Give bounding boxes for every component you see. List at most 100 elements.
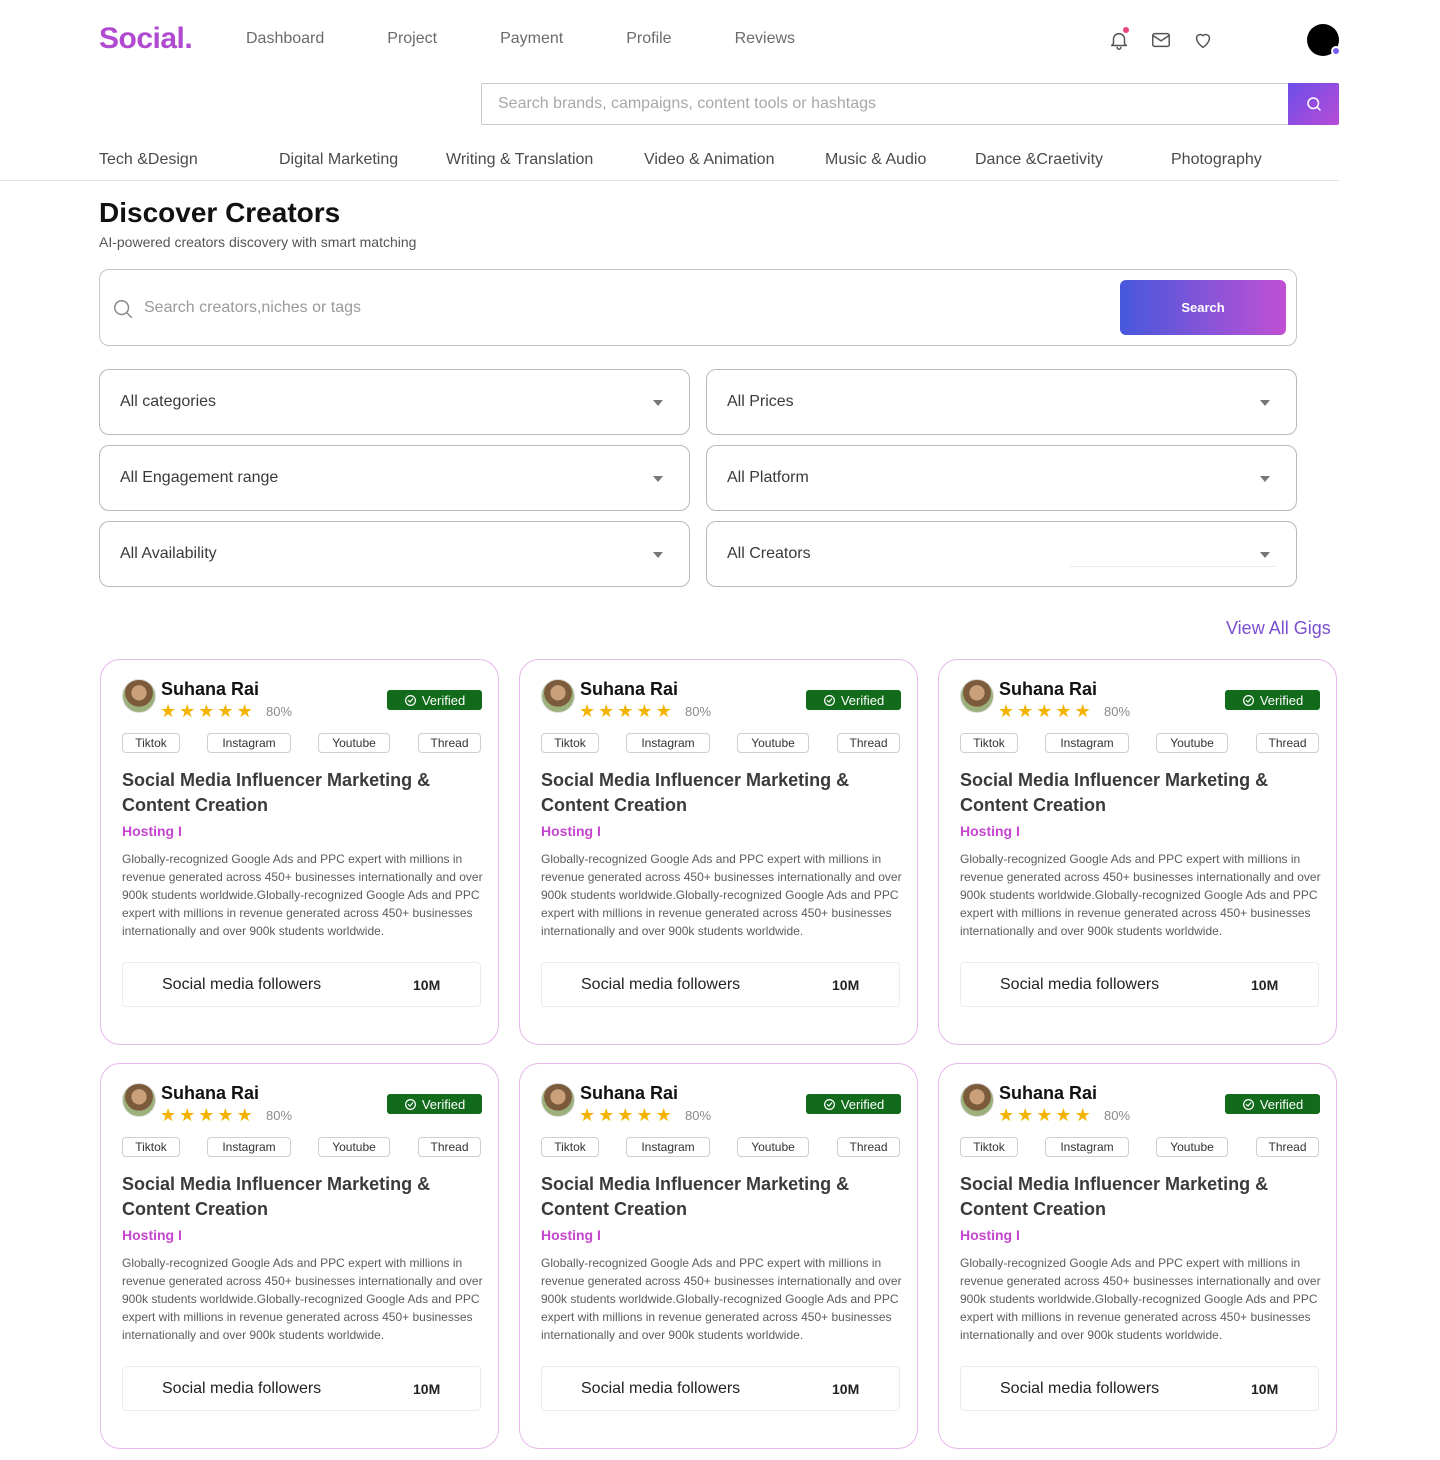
platform-tag-youtube[interactable]: Youtube	[318, 1137, 390, 1157]
nav-dashboard[interactable]: Dashboard	[246, 30, 324, 48]
platform-tag-instagram[interactable]: Instagram	[626, 733, 710, 753]
filter-prices[interactable]: All Prices	[706, 369, 1297, 435]
creator-search-input[interactable]	[144, 290, 1044, 326]
mail-icon[interactable]	[1150, 29, 1172, 51]
platform-tag-instagram[interactable]: Instagram	[207, 733, 291, 753]
platform-tag-youtube[interactable]: Youtube	[318, 733, 390, 753]
platform-tag-thread[interactable]: Thread	[837, 1137, 900, 1157]
gig-host: Hosting I	[541, 1227, 601, 1243]
platform-tag-tiktok[interactable]: Tiktok	[122, 1137, 180, 1157]
star-icon: ★	[655, 1105, 672, 1125]
gig-title[interactable]: Social Media Influencer Marketing & Cont…	[960, 768, 1320, 818]
check-badge-icon	[404, 694, 416, 706]
creator-card[interactable]: Suhana Rai ★ ★ ★ ★ ★ 80% Verified Tiktok Inst…	[100, 1063, 499, 1449]
platform-tag-tiktok[interactable]: Tiktok	[960, 733, 1018, 753]
star-icon: ★	[1017, 701, 1034, 721]
platform-tag-thread[interactable]: Thread	[418, 733, 481, 753]
platform-tags: Tiktok Instagram Youtube Thread	[541, 733, 900, 753]
verified-badge: Verified	[806, 1094, 901, 1114]
star-icon: ★	[217, 701, 234, 721]
category-music-audio[interactable]: Music & Audio	[825, 151, 926, 169]
creator-avatar	[541, 679, 575, 713]
platform-tag-youtube[interactable]: Youtube	[737, 733, 809, 753]
creator-card[interactable]: Suhana Rai ★ ★ ★ ★ ★ 80% Verified Tiktok Inst…	[938, 1063, 1337, 1449]
view-all-gigs-link[interactable]: View All Gigs	[1226, 618, 1331, 639]
platform-tag-instagram[interactable]: Instagram	[1045, 1137, 1129, 1157]
verified-label: Verified	[1259, 692, 1304, 708]
nav-project[interactable]: Project	[387, 30, 437, 48]
creator-avatar	[960, 679, 994, 713]
gig-title[interactable]: Social Media Influencer Marketing & Cont…	[122, 1172, 482, 1222]
bell-icon[interactable]	[1108, 27, 1130, 51]
gig-host: Hosting I	[541, 823, 601, 839]
global-search-button[interactable]	[1288, 83, 1339, 125]
creator-card[interactable]: Suhana Rai ★ ★ ★ ★ ★ 80% Verified Tiktok Inst…	[100, 659, 499, 1045]
creator-name[interactable]: Suhana Rai	[580, 679, 678, 700]
filter-engagement[interactable]: All Engagement range	[99, 445, 690, 511]
platform-tag-tiktok[interactable]: Tiktok	[541, 733, 599, 753]
category-video-animation[interactable]: Video & Animation	[644, 151, 774, 169]
search-icon	[1306, 97, 1321, 111]
nav-reviews[interactable]: Reviews	[735, 30, 795, 48]
main-nav: Dashboard Project Payment Profile Review…	[246, 30, 858, 48]
rating-stars: ★ ★ ★ ★ ★	[998, 702, 1091, 720]
star-icon: ★	[617, 1105, 634, 1125]
creator-name[interactable]: Suhana Rai	[580, 1083, 678, 1104]
user-avatar[interactable]	[1307, 24, 1341, 56]
star-icon: ★	[217, 1105, 234, 1125]
gig-title[interactable]: Social Media Influencer Marketing & Cont…	[122, 768, 482, 818]
filter-categories[interactable]: All categories	[99, 369, 690, 435]
creator-name[interactable]: Suhana Rai	[999, 679, 1097, 700]
star-icon: ★	[1036, 701, 1053, 721]
gig-title[interactable]: Social Media Influencer Marketing & Cont…	[960, 1172, 1320, 1222]
nav-payment[interactable]: Payment	[500, 30, 563, 48]
category-tech-design[interactable]: Tech &Design	[99, 151, 198, 169]
filter-label: All Creators	[727, 545, 811, 562]
heart-icon[interactable]	[1192, 29, 1214, 51]
creator-name[interactable]: Suhana Rai	[161, 1083, 259, 1104]
platform-tag-youtube[interactable]: Youtube	[1156, 1137, 1228, 1157]
platform-tag-thread[interactable]: Thread	[837, 733, 900, 753]
creator-card[interactable]: Suhana Rai ★ ★ ★ ★ ★ 80% Verified Tiktok Inst…	[938, 659, 1337, 1045]
platform-tag-thread[interactable]: Thread	[1256, 1137, 1319, 1157]
platform-tag-youtube[interactable]: Youtube	[1156, 733, 1228, 753]
star-icon: ★	[1017, 1105, 1034, 1125]
creator-search-button[interactable]: Search	[1120, 280, 1286, 335]
platform-tag-thread[interactable]: Thread	[418, 1137, 481, 1157]
creator-card[interactable]: Suhana Rai ★ ★ ★ ★ ★ 80% Verified Tiktok Inst…	[519, 659, 918, 1045]
platform-tag-instagram[interactable]: Instagram	[207, 1137, 291, 1157]
gig-title[interactable]: Social Media Influencer Marketing & Cont…	[541, 768, 901, 818]
followers-label: Social media followers	[581, 976, 741, 993]
platform-tag-tiktok[interactable]: Tiktok	[122, 733, 180, 753]
star-icon: ★	[636, 1105, 653, 1125]
logo[interactable]: Social.	[99, 22, 193, 56]
star-icon: ★	[1074, 1105, 1091, 1125]
gig-host: Hosting I	[122, 1227, 182, 1243]
category-digital-marketing[interactable]: Digital Marketing	[279, 151, 398, 169]
platform-tag-tiktok[interactable]: Tiktok	[541, 1137, 599, 1157]
platform-tag-instagram[interactable]: Instagram	[626, 1137, 710, 1157]
followers-label: Social media followers	[581, 1380, 741, 1397]
creator-name[interactable]: Suhana Rai	[161, 679, 259, 700]
check-badge-icon	[1242, 1098, 1254, 1110]
filter-availability[interactable]: All Availability	[99, 521, 690, 587]
platform-tags: Tiktok Instagram Youtube Thread	[541, 1137, 900, 1157]
filter-creators[interactable]: All Creators	[706, 521, 1297, 587]
gig-description: Globally-recognized Google Ads and PPC e…	[960, 852, 1321, 938]
platform-tag-tiktok[interactable]: Tiktok	[960, 1137, 1018, 1157]
star-icon: ★	[236, 1105, 253, 1125]
creator-avatar	[541, 1083, 575, 1117]
filter-platform[interactable]: All Platform	[706, 445, 1297, 511]
creator-card[interactable]: Suhana Rai ★ ★ ★ ★ ★ 80% Verified Tiktok Inst…	[519, 1063, 918, 1449]
platform-tag-instagram[interactable]: Instagram	[1045, 733, 1129, 753]
followers-box: Social media followers 10M	[960, 962, 1319, 1007]
nav-profile[interactable]: Profile	[626, 30, 671, 48]
global-search-input[interactable]	[482, 84, 1282, 124]
category-writing-translation[interactable]: Writing & Translation	[446, 151, 593, 169]
platform-tag-youtube[interactable]: Youtube	[737, 1137, 809, 1157]
gig-title[interactable]: Social Media Influencer Marketing & Cont…	[541, 1172, 901, 1222]
category-dance-creativity[interactable]: Dance &Craetivity	[975, 151, 1103, 169]
category-photography[interactable]: Photography	[1171, 151, 1262, 169]
platform-tag-thread[interactable]: Thread	[1256, 733, 1319, 753]
creator-name[interactable]: Suhana Rai	[999, 1083, 1097, 1104]
